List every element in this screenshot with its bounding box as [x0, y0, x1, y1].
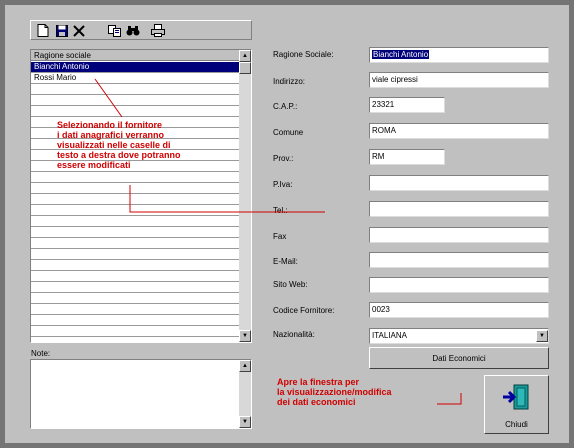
supplier-window: Ragione sociale Bianchi Antonio Rossi Mar…	[0, 0, 574, 448]
list-hint-line: essere modificati	[57, 160, 131, 170]
list-hint-line: visualizzati nelle caselle di	[57, 140, 171, 150]
list-hint-line: testo a destra dove potranno	[57, 150, 181, 160]
button-hint-line: dei dati economici	[277, 397, 356, 407]
list-hint-line: i dati anagrafici verranno	[57, 130, 165, 140]
button-hint-line: Apre la finestra per	[277, 377, 360, 387]
button-hint-annotation: Apre la finestra per la visualizzazione/…	[277, 377, 447, 407]
list-hint-line: Selezionando il fornitore	[57, 120, 163, 130]
button-hint-line: la visualizzazione/modifica	[277, 387, 392, 397]
list-hint-annotation: Selezionando il fornitore i dati anagraf…	[57, 120, 237, 170]
